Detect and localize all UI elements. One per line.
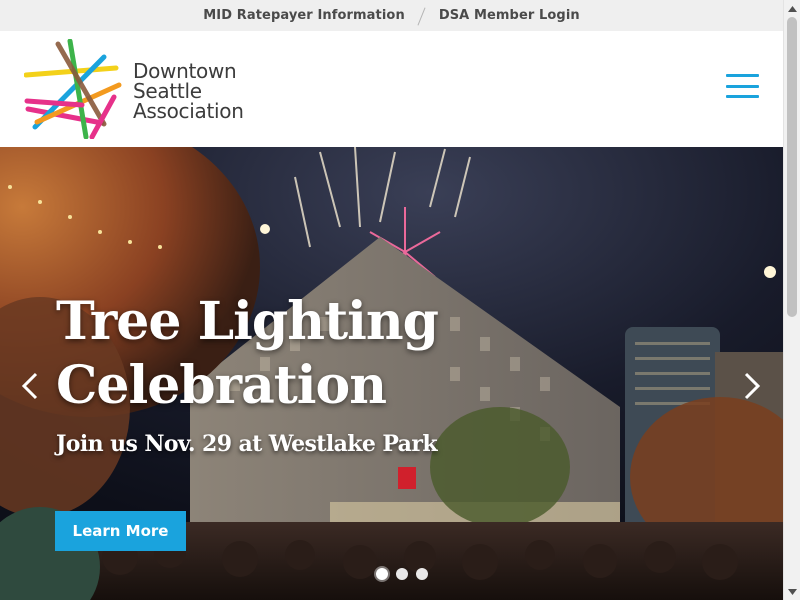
hamburger-menu-button[interactable] xyxy=(726,74,759,98)
scroll-thumb[interactable] xyxy=(787,17,797,317)
mid-ratepayer-link[interactable]: MID Ratepayer Information xyxy=(203,8,405,23)
scroll-up-button[interactable] xyxy=(784,0,800,17)
page-scrollbar[interactable] xyxy=(783,0,800,600)
logo-wordmark: Downtown Seattle Association xyxy=(133,61,244,121)
scroll-down-icon xyxy=(788,588,797,595)
hero-subtitle: Join us Nov. 29 at Westlake Park xyxy=(56,431,438,457)
logo-line-downtown: Downtown xyxy=(133,59,237,83)
chevron-right-icon xyxy=(744,372,761,400)
member-login-link[interactable]: DSA Member Login xyxy=(439,8,580,23)
hero-title: Tree Lighting Celebration xyxy=(56,290,476,418)
slider-prev-button[interactable] xyxy=(18,369,42,403)
hamburger-icon-bar xyxy=(726,95,759,98)
slider-next-button[interactable] xyxy=(740,369,764,403)
hero-slider: Tree Lighting Celebration Join us Nov. 2… xyxy=(0,147,783,600)
utility-separator xyxy=(415,6,429,26)
logo-line-association: Association xyxy=(133,99,244,123)
hamburger-icon-bar xyxy=(726,74,759,77)
slide-dot-2[interactable] xyxy=(396,568,408,580)
hero-title-line1: Tree Lighting xyxy=(56,291,439,352)
scroll-down-button[interactable] xyxy=(784,583,800,600)
slide-dot-3[interactable] xyxy=(416,568,428,580)
slider-dots xyxy=(376,568,428,580)
site-logo[interactable]: Downtown Seattle Association xyxy=(24,39,244,139)
site-header: Downtown Seattle Association xyxy=(0,31,783,147)
hero-title-line2: Celebration xyxy=(56,355,387,416)
slide-dot-1[interactable] xyxy=(376,568,388,580)
chevron-left-icon xyxy=(21,372,38,400)
scroll-up-icon xyxy=(788,5,797,12)
learn-more-button[interactable]: Learn More xyxy=(55,511,186,551)
utility-bar: MID Ratepayer Information DSA Member Log… xyxy=(0,0,783,31)
logo-line-seattle: Seattle xyxy=(133,79,202,103)
logo-mark-icon xyxy=(24,39,122,139)
hamburger-icon-bar xyxy=(726,85,759,88)
